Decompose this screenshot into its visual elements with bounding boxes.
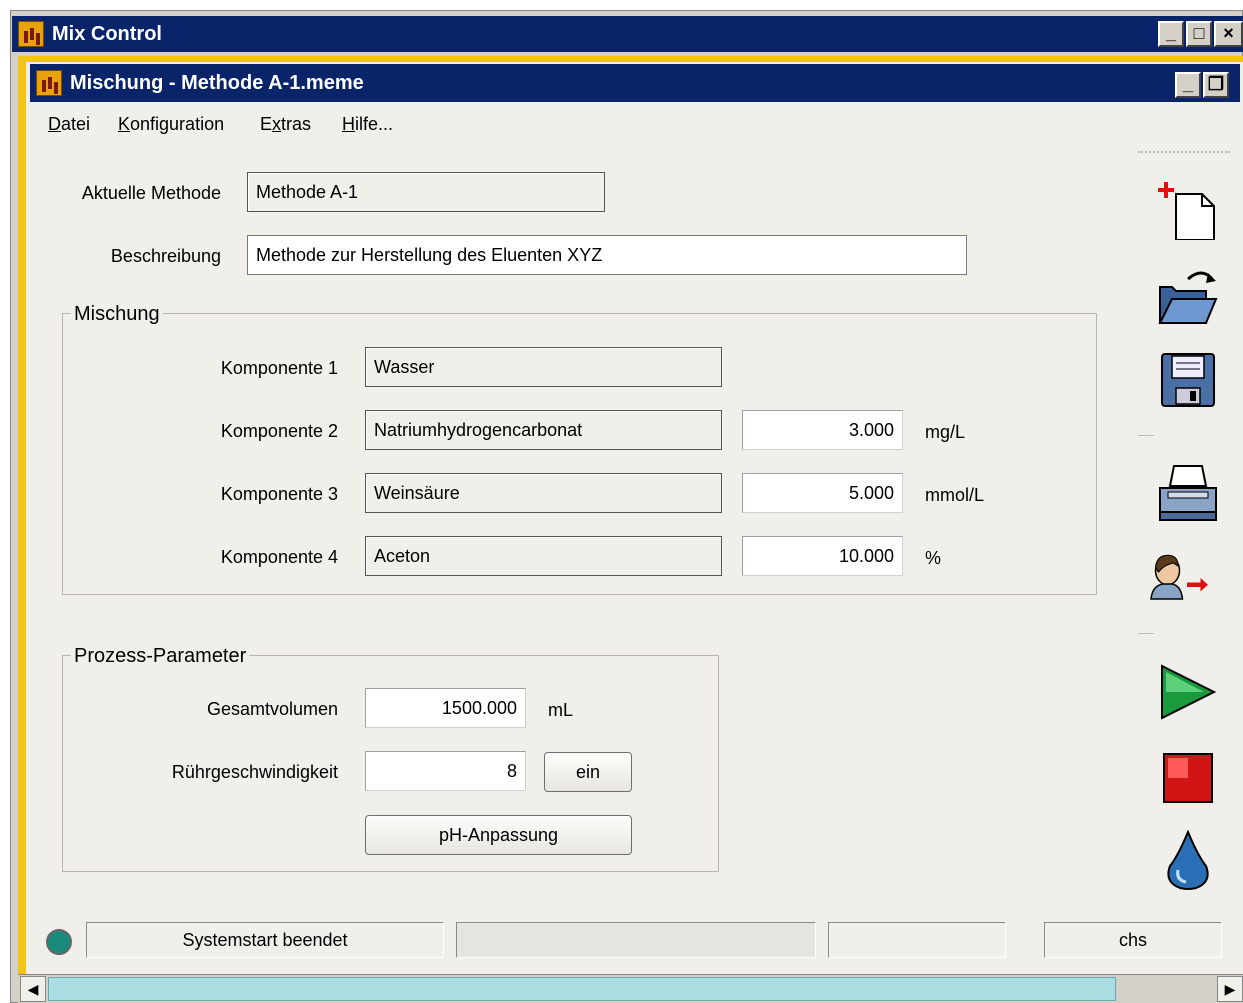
stop-icon[interactable] [1158,748,1218,808]
maximize-button[interactable]: □ [1186,21,1212,47]
component-4-unit: % [925,548,942,568]
component-2-name[interactable]: Natriumhydrogencarbonat [365,410,722,450]
play-icon[interactable] [1158,662,1218,722]
scrollbar-thumb[interactable] [48,977,1116,1001]
water-drop-icon[interactable] [1158,830,1218,890]
status-led-icon [46,929,72,955]
outer-titlebar: Mix Control [12,16,1243,52]
component-2-amount[interactable]: 3.000 [742,410,903,450]
current-method-field[interactable]: Methode A-1 [247,172,605,212]
component-3-unit: mmol/L [925,485,985,505]
current-method-label: Aktuelle Methode [81,183,221,203]
close-button[interactable]: × [1214,21,1243,47]
component-2-unit: mg/L [925,422,966,442]
new-file-icon[interactable] [1158,180,1218,240]
total-volume-label: Gesamtvolumen [206,699,338,719]
component-1-label: Komponente 1 [220,358,338,378]
menu-konfiguration[interactable]: Konfiguration [118,111,224,137]
save-icon[interactable] [1158,350,1218,410]
minimize-button[interactable]: _ [1158,21,1184,47]
menu-datei[interactable]: Datei [48,111,90,137]
total-volume-unit: mL [548,700,574,720]
document-app-icon [36,70,62,96]
description-label: Beschreibung [110,246,221,266]
total-volume-field[interactable]: 1500.000 [365,688,526,728]
status-user: chs [1044,922,1222,958]
inner-window-title: Mischung - Methode A-1.meme [70,72,364,94]
status-panel-2 [456,922,816,958]
toolbar-separator [1138,435,1154,436]
open-folder-icon[interactable] [1158,265,1218,325]
toolbar-grip [1138,151,1230,155]
status-message: Systemstart beendet [86,922,444,958]
menu-extras[interactable]: Extras [260,111,311,137]
component-1-name[interactable]: Wasser [365,347,722,387]
toolbar-separator-2 [1138,633,1154,634]
stir-speed-field[interactable]: 8 [365,751,526,791]
description-field[interactable]: Methode zur Herstellung des Eluenten XYZ [247,235,967,275]
stir-on-button[interactable]: ein [544,752,632,792]
print-icon[interactable] [1158,462,1218,522]
component-3-name[interactable]: Weinsäure [365,473,722,513]
process-legend: Prozess-Parameter [71,644,250,668]
component-4-amount[interactable]: 10.000 [742,536,903,576]
component-4-label: Komponente 4 [220,547,338,567]
outer-window-title: Mix Control [52,23,162,45]
inner-restore-button[interactable]: ❐ [1203,72,1229,98]
scroll-left-button[interactable]: ◀ [20,976,46,1002]
stir-speed-label: Rührgeschwindigkeit [171,762,338,782]
menu-hilfe[interactable]: Hilfe... [342,111,393,137]
app-icon [18,21,44,47]
component-3-amount[interactable]: 5.000 [742,473,903,513]
inner-titlebar: Mischung - Methode A-1.meme [30,64,1240,102]
status-panel-3 [828,922,1006,958]
inner-minimize-button[interactable]: _ [1175,72,1201,98]
component-4-name[interactable]: Aceton [365,536,722,576]
ph-adjust-button[interactable]: pH-Anpassung [365,815,632,855]
component-3-label: Komponente 3 [220,484,338,504]
component-2-label: Komponente 2 [220,421,338,441]
mixture-legend: Mischung [71,302,163,326]
user-logout-icon[interactable] [1148,545,1208,605]
scroll-right-button[interactable]: ▶ [1217,976,1243,1002]
